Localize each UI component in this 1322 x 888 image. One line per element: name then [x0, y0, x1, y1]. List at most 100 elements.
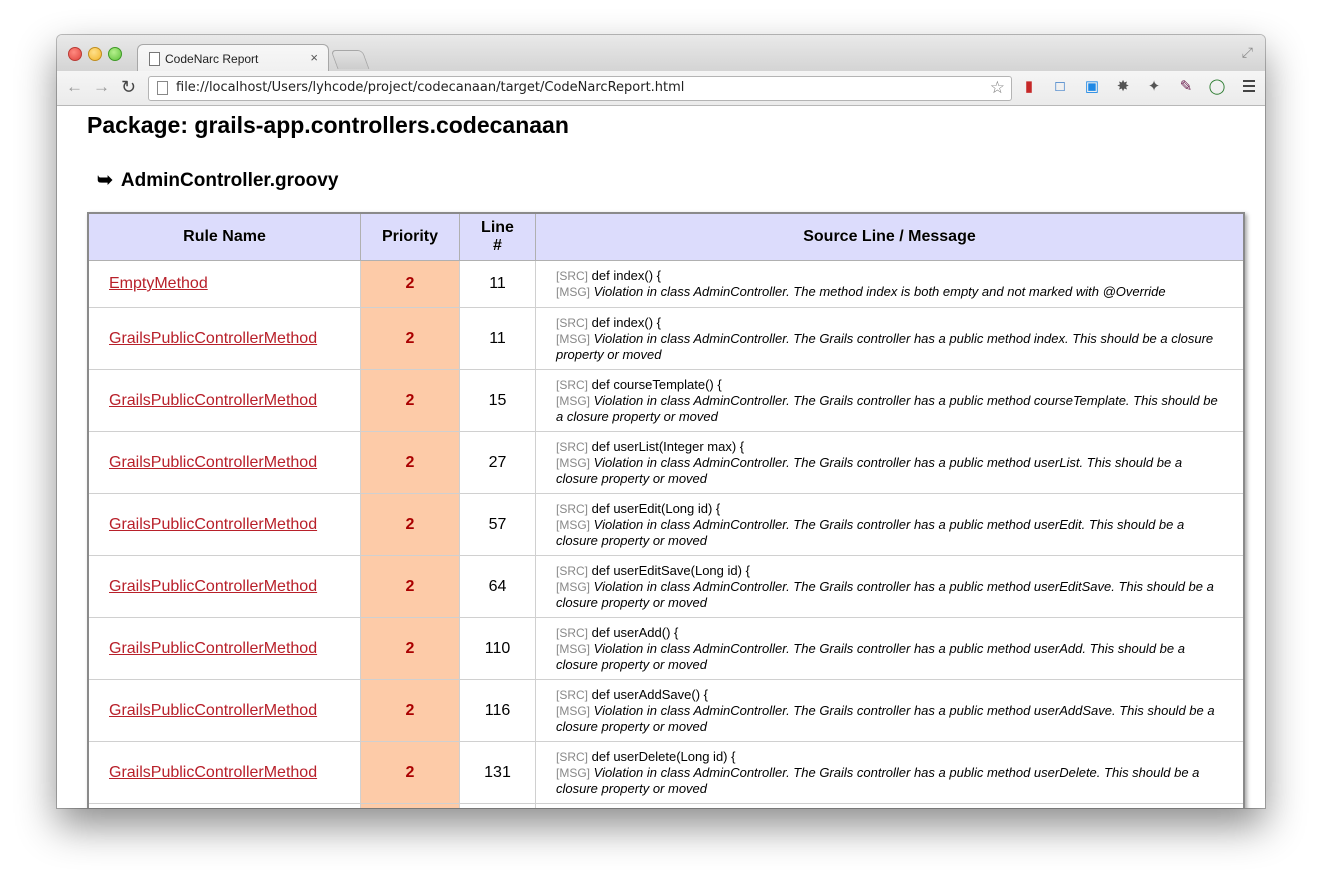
- browser-tab[interactable]: CodeNarc Report ×: [137, 44, 329, 72]
- src-tag: [SRC]: [556, 439, 589, 454]
- table-row: GrailsPublicControllerMethod 2 15 [SRC] …: [87, 369, 1245, 432]
- rule-link[interactable]: GrailsPublicControllerMethod: [109, 392, 317, 409]
- window-extension-icon[interactable]: ▣: [1083, 78, 1101, 96]
- rule-cell: GrailsPublicControllerMethod: [87, 307, 361, 370]
- menu-icon[interactable]: [1243, 80, 1255, 95]
- source-line: def userAddSave() {: [591, 686, 708, 702]
- priority-cell: 2: [360, 679, 460, 742]
- table-row: GrailsPublicControllerMethod 2 131 [SRC]…: [87, 741, 1245, 804]
- line-cell: 64: [459, 555, 536, 618]
- rule-cell: GrailsPublicControllerMethod: [87, 803, 361, 808]
- title-bar: CodeNarc Report × ⤢: [57, 35, 1265, 72]
- bookmark-star-icon[interactable]: ☆: [990, 78, 1005, 98]
- message-cell: [SRC] def index() { [MSG] Violation in c…: [535, 307, 1245, 370]
- rule-link[interactable]: GrailsPublicControllerMethod: [109, 516, 317, 533]
- violation-message: Violation in class AdminController. The …: [556, 330, 1214, 362]
- forward-button[interactable]: →: [93, 78, 110, 96]
- priority-cell: 2: [360, 803, 460, 808]
- eyedropper-extension-icon[interactable]: ✎: [1177, 78, 1195, 96]
- src-tag: [SRC]: [556, 563, 589, 578]
- src-tag: [SRC]: [556, 269, 589, 283]
- message-cell: [SRC] def userAddSave() { [MSG] Violatio…: [535, 679, 1245, 742]
- rule-cell: GrailsPublicControllerMethod: [87, 741, 361, 804]
- document-icon: [149, 52, 160, 66]
- page-icon: [157, 81, 168, 95]
- msg-tag: [MSG]: [556, 579, 591, 594]
- rule-cell: GrailsPublicControllerMethod: [87, 555, 361, 618]
- table-row: GrailsPublicControllerMethod 2 27 [SRC] …: [87, 431, 1245, 494]
- close-window-button[interactable]: [68, 47, 82, 61]
- violation-message: Violation in class AdminController. The …: [556, 640, 1185, 672]
- source-line: def userAdd() {: [591, 624, 679, 640]
- bug-extension-icon[interactable]: ✸: [1114, 78, 1132, 96]
- rule-cell: GrailsPublicControllerMethod: [87, 493, 361, 556]
- file-name: AdminController.groovy: [120, 170, 339, 191]
- address-url[interactable]: file://localhost/Users/lyhcode/project/c…: [176, 80, 684, 95]
- src-tag: [SRC]: [556, 501, 589, 516]
- timer-extension-icon[interactable]: ◯: [1208, 78, 1226, 96]
- rule-link[interactable]: GrailsPublicControllerMethod: [109, 330, 317, 347]
- violation-message: Violation in class AdminController. The …: [556, 454, 1183, 486]
- fullscreen-icon[interactable]: ⤢: [1242, 44, 1253, 61]
- tab-close-icon[interactable]: ×: [310, 50, 318, 65]
- rule-link[interactable]: GrailsPublicControllerMethod: [109, 578, 317, 595]
- src-tag: [SRC]: [556, 315, 589, 330]
- msg-tag: [MSG]: [556, 517, 591, 532]
- msg-tag: [MSG]: [556, 393, 591, 408]
- violation-message: Violation in class AdminController. The …: [593, 284, 1166, 299]
- arrow-icon: ➥: [97, 170, 113, 191]
- header-line: Line #: [459, 212, 536, 261]
- table-row: EmptyMethod 2 11 [SRC] def index() { [MS…: [87, 260, 1245, 308]
- line-cell: 15: [459, 369, 536, 432]
- msg-tag: [MSG]: [556, 455, 591, 470]
- source-line: def userDelete(Long id) {: [591, 748, 736, 764]
- table-row: GrailsPublicControllerMethod 2 11 [SRC] …: [87, 307, 1245, 370]
- table-row: GrailsPublicControllerMethod 2 155 [SRC]…: [87, 803, 1245, 808]
- line-cell: 57: [459, 493, 536, 556]
- rule-cell: EmptyMethod: [87, 260, 361, 308]
- priority-cell: 2: [360, 260, 460, 308]
- table-row: GrailsPublicControllerMethod 2 57 [SRC] …: [87, 493, 1245, 556]
- rule-link[interactable]: GrailsPublicControllerMethod: [109, 702, 317, 719]
- msg-tag: [MSG]: [556, 765, 591, 780]
- source-line: def index() {: [591, 314, 662, 330]
- message-cell: [SRC] def userList(Integer max) { [MSG] …: [535, 431, 1245, 494]
- table-row: GrailsPublicControllerMethod 2 64 [SRC] …: [87, 555, 1245, 618]
- msg-tag: [MSG]: [556, 285, 591, 299]
- line-cell: 155: [459, 803, 536, 808]
- rule-link[interactable]: GrailsPublicControllerMethod: [109, 640, 317, 657]
- address-bar[interactable]: file://localhost/Users/lyhcode/project/c…: [148, 76, 1012, 101]
- package-title: Package: grails-app.controllers.codecana…: [87, 112, 569, 138]
- rule-cell: GrailsPublicControllerMethod: [87, 431, 361, 494]
- rule-link[interactable]: GrailsPublicControllerMethod: [109, 764, 317, 781]
- file-title: ➥ AdminController.groovy: [97, 169, 338, 192]
- violation-message: Violation in class AdminController. The …: [556, 578, 1214, 610]
- priority-cell: 2: [360, 741, 460, 804]
- message-cell: [SRC] def userEditSave(Long id) { [MSG] …: [535, 555, 1245, 618]
- new-tab-button[interactable]: [330, 50, 370, 69]
- minimize-window-button[interactable]: [88, 47, 102, 61]
- rule-link[interactable]: EmptyMethod: [109, 275, 208, 292]
- source-line: def index() {: [591, 268, 662, 283]
- source-line: def userEdit(Long id) {: [591, 500, 721, 516]
- reload-button[interactable]: ↻: [121, 78, 136, 96]
- browser-toolbar: ← → ↻ file://localhost/Users/lyhcode/pro…: [57, 71, 1265, 106]
- sofa-extension-icon[interactable]: ▮: [1020, 78, 1038, 96]
- back-button[interactable]: ←: [66, 78, 83, 96]
- priority-cell: 2: [360, 493, 460, 556]
- screenshot-extension-icon[interactable]: □: [1051, 78, 1069, 96]
- table-header-row: Rule Name Priority Line # Source Line / M…: [87, 212, 1245, 261]
- header-line-hash: #: [493, 237, 502, 254]
- src-tag: [SRC]: [556, 749, 589, 764]
- tool-extension-icon[interactable]: ✦: [1145, 78, 1163, 96]
- zoom-window-button[interactable]: [108, 47, 122, 61]
- line-cell: 27: [459, 431, 536, 494]
- rule-link[interactable]: GrailsPublicControllerMethod: [109, 454, 317, 471]
- line-cell: 110: [459, 617, 536, 680]
- message-cell: [SRC] def memoryUsage() { [MSG] Violatio…: [535, 803, 1245, 808]
- violation-message: Violation in class AdminController. The …: [556, 392, 1218, 424]
- priority-cell: 2: [360, 307, 460, 370]
- priority-cell: 2: [360, 369, 460, 432]
- rule-cell: GrailsPublicControllerMethod: [87, 369, 361, 432]
- table-row: GrailsPublicControllerMethod 2 110 [SRC]…: [87, 617, 1245, 680]
